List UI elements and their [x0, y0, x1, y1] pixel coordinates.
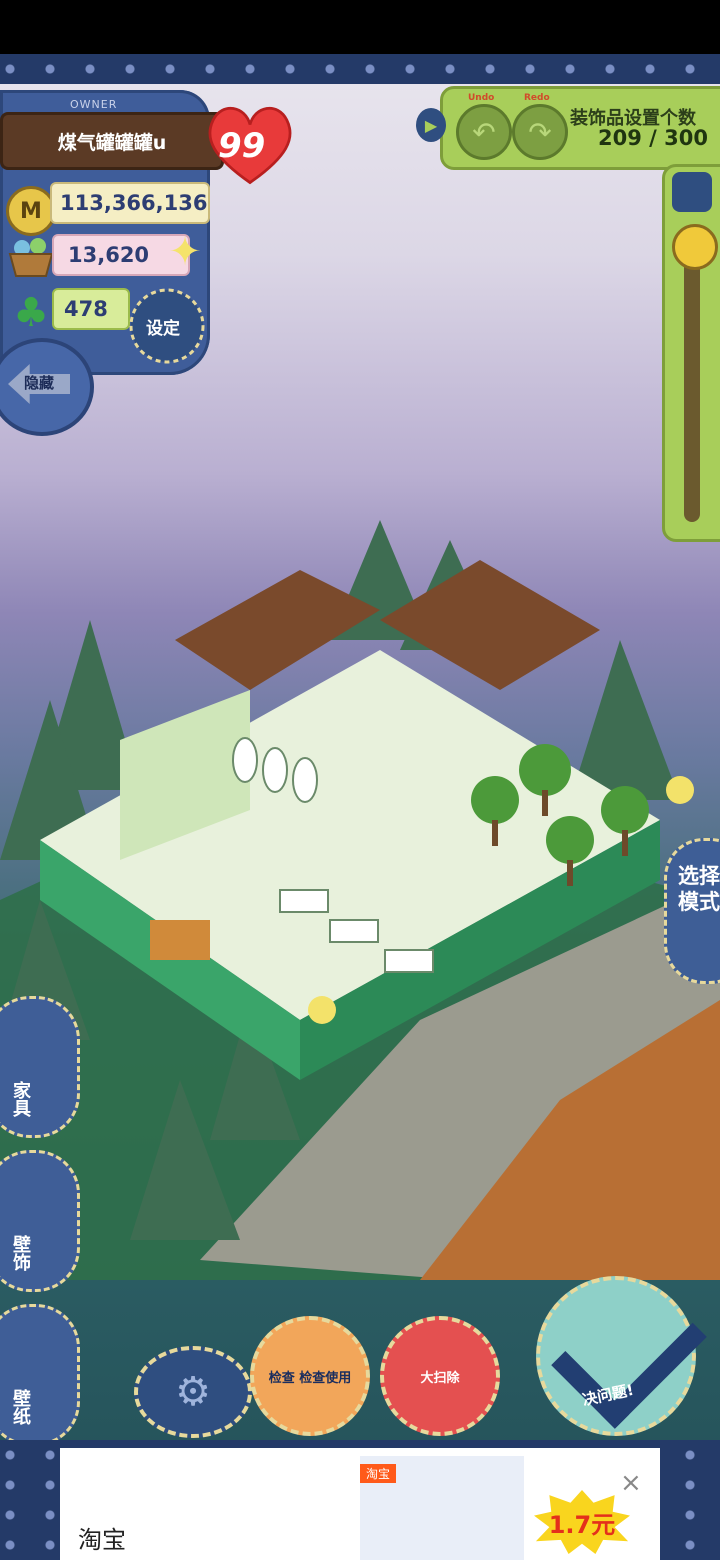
- undo-label: Undo: [468, 93, 495, 103]
- ad-price-badge: 1.7元: [534, 1490, 630, 1554]
- level-value: 99: [218, 126, 266, 166]
- ad-banner[interactable]: 淘宝 淘宝 1.7元 ×: [60, 1448, 660, 1560]
- status-bar: [0, 0, 720, 54]
- coin-icon: M: [6, 186, 56, 236]
- settings-button[interactable]: 设定: [122, 286, 212, 366]
- confirm-button[interactable]: 决问题!: [536, 1273, 707, 1436]
- sparkle-icon: ✦: [168, 229, 202, 275]
- gear-settings-button[interactable]: ⚙: [134, 1346, 252, 1438]
- ad-product-image[interactable]: 淘宝: [360, 1456, 524, 1560]
- coin-value: 113,366,136: [60, 191, 208, 215]
- tab-wallpaper-label: 壁纸: [10, 1389, 31, 1425]
- clean-button[interactable]: 大扫除: [380, 1316, 500, 1436]
- produce-basket-icon: [8, 238, 54, 277]
- redo-button[interactable]: ↷: [512, 104, 568, 160]
- zoom-slider-knob[interactable]: [672, 224, 718, 270]
- close-icon[interactable]: ×: [620, 1468, 642, 1498]
- gear-icon: ⚙: [175, 1369, 211, 1415]
- redo-label: Redo: [524, 93, 550, 103]
- collapse-toggle-icon[interactable]: ▶: [416, 108, 446, 142]
- star-border-top: [0, 54, 720, 84]
- room-scene[interactable]: [0, 480, 720, 1280]
- search-help-label: 检查 检查使用: [268, 1370, 352, 1386]
- clover-value: 478: [64, 297, 108, 321]
- owner-label: OWNER: [70, 98, 118, 111]
- clover-icon: ♣: [13, 290, 49, 336]
- tab-wall-decor[interactable]: 壁饰: [0, 1150, 80, 1292]
- cube-view-icon[interactable]: [672, 172, 712, 212]
- decor-count: 209 / 300: [598, 126, 708, 150]
- clean-label: 大扫除: [420, 1370, 460, 1386]
- tab-furniture-label: 家具: [10, 1081, 31, 1117]
- hide-label: 隐藏: [24, 374, 55, 392]
- coin-counter: 113,366,136: [50, 182, 210, 224]
- select-mode-label: 选择模式: [678, 864, 720, 914]
- produce-value: 13,620: [68, 243, 150, 267]
- tab-wallpaper[interactable]: 壁纸: [0, 1304, 80, 1446]
- settings-label: 设定: [146, 319, 180, 339]
- owner-name-plate[interactable]: 煤气罐罐罐u: [0, 112, 224, 170]
- tab-wall-decor-label: 壁饰: [10, 1235, 31, 1271]
- ad-brand: 淘宝: [78, 1526, 126, 1554]
- ad-tag: 淘宝: [360, 1464, 397, 1483]
- tab-furniture[interactable]: 家具: [0, 996, 80, 1138]
- undo-button[interactable]: ↶: [456, 104, 512, 160]
- owner-name: 煤气罐罐罐u: [57, 131, 167, 154]
- select-mode-button[interactable]: 选择模式: [664, 838, 720, 984]
- clover-counter: 478: [52, 288, 130, 330]
- undo-icon: ↶: [472, 115, 496, 149]
- search-help-button[interactable]: 检查 检查使用: [250, 1316, 370, 1436]
- level-heart-icon[interactable]: 99: [204, 100, 296, 186]
- zoom-slider-track[interactable]: [684, 226, 700, 522]
- redo-icon: ↷: [528, 115, 552, 149]
